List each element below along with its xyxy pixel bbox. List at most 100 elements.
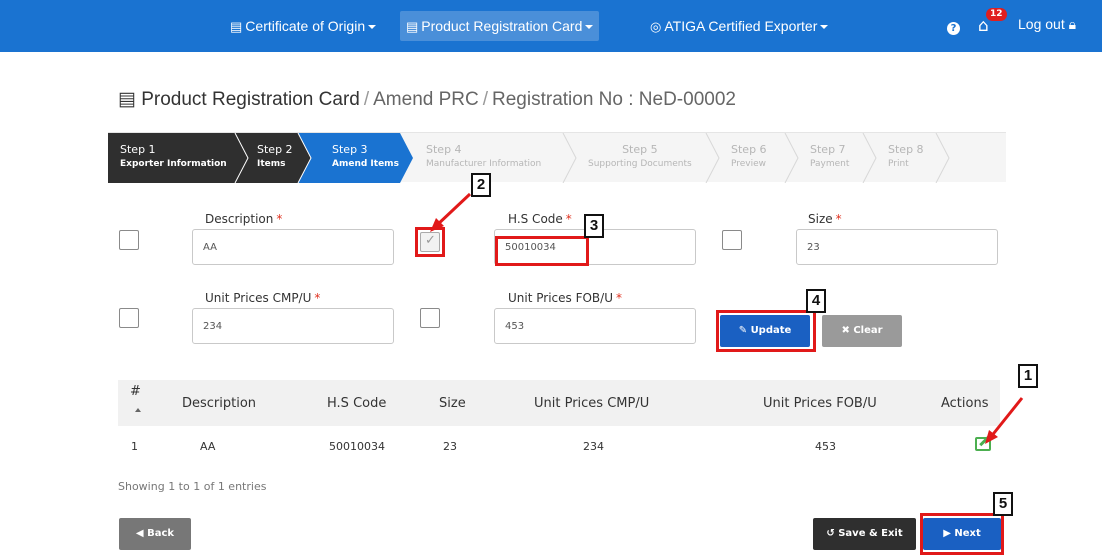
annotation-number-3: 3 (584, 214, 604, 238)
cell-size: 23 (443, 440, 457, 453)
edit-icon[interactable] (975, 437, 991, 451)
chevron-down-icon (585, 25, 594, 30)
description-field[interactable]: AA (192, 229, 394, 265)
clear-button[interactable]: ✖ Clear (822, 315, 902, 347)
arrow-2-shaft (434, 192, 472, 228)
description-label: Description * (205, 212, 283, 226)
annotation-arrows (430, 192, 1024, 444)
highlight-box-5 (920, 513, 1004, 555)
top-navbar: ▤ Certificate of Origin ▤ Product Registra… (0, 0, 1102, 52)
annotation-number-5: 5 (993, 492, 1013, 516)
unit-price-fob-label: Unit Prices FOB/U * (508, 291, 622, 305)
step-title: Step 6 (731, 143, 767, 156)
registration-card-icon: ▤ (406, 19, 419, 34)
step-desc: Amend Items (332, 159, 399, 169)
wizard-divider (935, 133, 950, 183)
step-desc: Exporter Information (120, 159, 227, 169)
step-desc: Print (888, 159, 909, 169)
wizard-step-2[interactable]: Step 2 Items (257, 133, 293, 183)
step-title: Step 5 (622, 143, 658, 156)
step-title: Step 1 (120, 143, 156, 156)
col-header-number[interactable]: # (130, 384, 141, 399)
unit-price-fob-field[interactable]: 453 (494, 308, 696, 344)
nav-product-registration-card[interactable]: ▤ Product Registration Card (400, 11, 600, 41)
annotation-number-1: 1 (1018, 364, 1038, 388)
breadcrumb-separator: / (363, 89, 370, 110)
home-icon[interactable]: ⌂ (978, 18, 989, 35)
description-checkbox[interactable] (119, 230, 139, 250)
chevron-down-icon (820, 25, 829, 30)
lock-icon: 🔒︎ (1068, 16, 1077, 32)
nav-label: Product Registration Card (421, 18, 583, 34)
cell-description: AA (200, 440, 216, 453)
back-button[interactable]: ◀ Back (119, 518, 191, 550)
col-header-cmp[interactable]: Unit Prices CMP/U (534, 396, 649, 411)
annotation-number-4: 4 (806, 289, 826, 313)
step-wizard: Step 1 Exporter Information Step 2 Items S… (108, 132, 1006, 183)
clear-label: Clear (853, 325, 883, 336)
cell-number: 1 (131, 440, 138, 453)
unit-price-cmp-checkbox[interactable] (119, 308, 139, 328)
hs-code-label: H.S Code * (508, 212, 572, 226)
wizard-step-6[interactable]: Step 6 Preview (731, 133, 767, 183)
highlight-box-3 (495, 236, 589, 266)
size-checkbox[interactable] (722, 230, 742, 250)
size-label: Size * (808, 212, 842, 226)
step-title: Step 4 (426, 143, 462, 156)
chevron-down-icon (368, 25, 377, 30)
table-info: Showing 1 to 1 of 1 entries (118, 480, 267, 493)
wizard-step-3[interactable]: Step 3 Amend Items (332, 133, 399, 183)
step-desc: Items (257, 159, 286, 169)
step-desc: Preview (731, 159, 767, 169)
size-field[interactable]: 23 (796, 229, 998, 265)
breadcrumb-record: Registration No : NeD-00002 (492, 89, 736, 110)
wizard-step-1[interactable]: Step 1 Exporter Information (120, 133, 227, 183)
wizard-step-5[interactable]: Step 5 Supporting Documents (588, 133, 692, 183)
col-header-hs-code[interactable]: H.S Code (327, 396, 386, 411)
step-title: Step 2 (257, 143, 293, 156)
step-desc: Payment (810, 159, 850, 169)
step-title: Step 7 (810, 143, 846, 156)
step-title: Step 8 (888, 143, 924, 156)
step-desc: Manufacturer Information (426, 159, 542, 169)
highlight-box-4 (716, 310, 816, 352)
cell-fob: 453 (815, 440, 836, 453)
breadcrumb-root[interactable]: Product Registration Card (141, 89, 360, 110)
col-header-fob[interactable]: Unit Prices FOB/U (763, 396, 877, 411)
cell-cmp: 234 (583, 440, 604, 453)
step-desc: Supporting Documents (588, 159, 692, 169)
sort-asc-icon (135, 408, 141, 412)
save-exit-button[interactable]: ↺ Save & Exit (813, 518, 916, 550)
wizard-step-7[interactable]: Step 7 Payment (810, 133, 849, 183)
nav-atiga-certified-exporter[interactable]: ◎ ATIGA Certified Exporter (644, 11, 834, 41)
logout-label: Log out (1018, 16, 1065, 32)
logout-link[interactable]: Log out 🔒︎ (1018, 16, 1076, 33)
undo-icon: ↺ (826, 528, 835, 539)
certificate-icon: ▤ (230, 19, 243, 34)
annotation-number-2: 2 (471, 173, 491, 197)
wizard-divider (705, 133, 720, 183)
help-icon[interactable]: ? (947, 22, 960, 35)
save-exit-label: Save & Exit (838, 528, 903, 539)
close-icon: ✖ (841, 325, 850, 336)
nav-label: Certificate of Origin (245, 18, 366, 34)
nav-certificate-of-origin[interactable]: ▤ Certificate of Origin (224, 11, 382, 41)
notification-badge[interactable]: 12 (986, 8, 1007, 21)
breadcrumb-section[interactable]: Amend PRC (373, 89, 479, 110)
wizard-background (108, 133, 950, 183)
unit-price-cmp-label: Unit Prices CMP/U * (205, 291, 321, 305)
wizard-divider (784, 133, 799, 183)
cell-hs-code: 50010034 (329, 440, 385, 453)
unit-price-fob-checkbox[interactable] (420, 308, 440, 328)
col-header-description[interactable]: Description (182, 396, 256, 411)
page-title-breadcrumb: ▤ Product Registration Card / Amend PRC / Re… (118, 88, 736, 111)
unit-price-cmp-field[interactable]: 234 (192, 308, 394, 344)
breadcrumb-separator: / (482, 89, 489, 110)
col-header-size[interactable]: Size (439, 396, 466, 411)
back-label: Back (147, 528, 175, 539)
highlight-box-2 (415, 227, 445, 257)
col-header-actions: Actions (941, 396, 989, 411)
wizard-step-8[interactable]: Step 8 Print (888, 133, 924, 183)
exporter-icon: ◎ (650, 19, 662, 34)
back-arrow-icon: ◀ (135, 528, 144, 539)
